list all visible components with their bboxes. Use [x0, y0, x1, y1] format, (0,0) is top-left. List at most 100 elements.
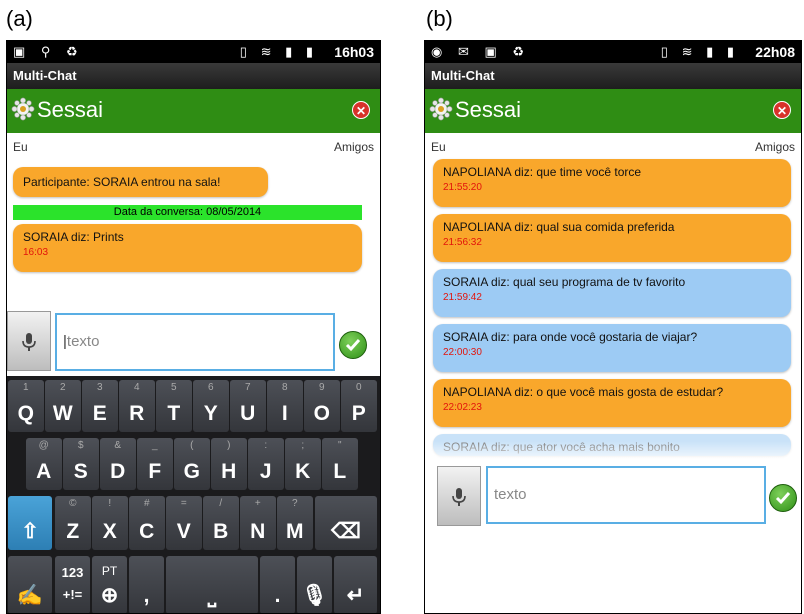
input-placeholder: texto — [494, 486, 527, 503]
key-secondary-label: / — [219, 498, 223, 509]
sessai-logo-icon — [429, 97, 453, 121]
key-q[interactable]: 1Q — [8, 380, 44, 432]
column-me: Eu — [13, 140, 28, 154]
voice-key[interactable]: 🎙 — [297, 556, 332, 613]
key-label: P — [351, 402, 366, 425]
space-key[interactable]: ⎵ — [166, 556, 258, 613]
key-label: B — [213, 520, 229, 543]
app-title: Multi-Chat — [7, 63, 380, 89]
message-time: 22:00:30 — [443, 347, 482, 358]
label-b: (b) — [426, 6, 453, 31]
key-label: W — [52, 402, 73, 425]
message-input[interactable]: texto — [486, 466, 766, 524]
message-input[interactable]: |texto — [55, 313, 335, 371]
message-text: SORAIA diz: para onde você gostaria de v… — [443, 330, 698, 344]
message-text: NAPOLIANA diz: que time você torce — [443, 165, 642, 179]
key-a[interactable]: @ A — [26, 438, 62, 490]
send-check-button[interactable] — [769, 484, 797, 512]
language-key[interactable]: PT ⊕ — [92, 556, 127, 613]
handwriting-key[interactable]: ✍ — [8, 556, 52, 613]
key-label: , — [143, 584, 150, 607]
key-z[interactable]: © Z — [55, 496, 91, 550]
key-u[interactable]: 7U — [230, 380, 266, 432]
key-secondary-label: 6 — [207, 382, 214, 393]
microphone-button[interactable] — [437, 466, 481, 526]
key-w[interactable]: 2W — [45, 380, 81, 432]
key-label: G — [183, 460, 200, 483]
key-secondary-label: 3 — [96, 382, 103, 393]
shift-key[interactable]: ⇧ — [8, 496, 52, 550]
symbols-key[interactable]: 123 +!= — [55, 556, 90, 613]
key-y[interactable]: 6Y — [193, 380, 229, 432]
close-icon[interactable]: ✕ — [352, 101, 370, 119]
key-h[interactable]: ) H — [211, 438, 247, 490]
microphone-button[interactable] — [7, 311, 51, 371]
key-secondary-label: # — [143, 498, 150, 509]
key-g[interactable]: (G — [174, 438, 210, 490]
key-label: ⇧ — [21, 520, 39, 543]
key-r[interactable]: 4R — [119, 380, 155, 432]
comma-key[interactable]: , — [129, 556, 164, 613]
key-label: . — [274, 584, 281, 607]
key-label: 🎙 — [301, 584, 328, 607]
key-secondary-label: ? — [291, 498, 298, 509]
message-text: SORAIA diz: qual seu programa de tv favo… — [443, 275, 686, 289]
message-time: 21:56:32 — [443, 237, 482, 248]
key-label: X — [102, 520, 117, 543]
send-check-button[interactable] — [339, 331, 367, 359]
key-k[interactable]: ; K — [285, 438, 321, 490]
period-key[interactable]: . — [260, 556, 295, 613]
key-i[interactable]: 8I — [267, 380, 303, 432]
enter-key[interactable]: ↵ — [334, 556, 377, 613]
message-bubble: Participante: SORAIA entrou na sala! — [13, 167, 268, 197]
key-label: ↵ — [346, 584, 365, 607]
screen-b: ◉ ✉ ▣ ♻ ▯ ≋ ▮ ▮ 22h08 Multi-Chat Sessai … — [424, 40, 802, 614]
column-me: Eu — [431, 140, 446, 154]
message-time: 22:02:23 — [443, 402, 482, 413]
key-l[interactable]: " L — [322, 438, 358, 490]
message-time: 16:03 — [23, 247, 49, 258]
key-p[interactable]: 0P — [341, 380, 377, 432]
screen-a: ▣ ⚲ ♻ ▯ ≋ ▮ ▮ 16h03 Multi-Chat Sessai ✕ … — [6, 40, 381, 614]
message-bubble: NAPOLIANA diz: que time você torce 21:55:… — [433, 159, 791, 207]
message-bubble: NAPOLIANA diz: o que você mais gosta de … — [433, 379, 791, 427]
key-o[interactable]: 9O — [304, 380, 340, 432]
label-a: (a) — [6, 6, 33, 31]
key-m[interactable]: ? M — [277, 496, 313, 550]
key-d[interactable]: & D — [100, 438, 136, 490]
key-label: T — [167, 402, 181, 425]
key-v[interactable]: = V — [166, 496, 202, 550]
key-e[interactable]: 3E — [82, 380, 118, 432]
key-label: C — [139, 520, 155, 543]
app-header: Sessai ✕ — [7, 89, 380, 133]
microphone-icon — [22, 333, 36, 351]
key-n[interactable]: + N — [240, 496, 276, 550]
status-bar: ▣ ⚲ ♻ ▯ ≋ ▮ ▮ 16h03 — [7, 41, 380, 63]
key-secondary-label: 2 — [59, 382, 66, 393]
key-secondary-label: 7 — [244, 382, 251, 393]
backspace-key[interactable]: ⌫ — [315, 496, 377, 550]
key-c[interactable]: # C — [129, 496, 165, 550]
key-label: O — [313, 402, 330, 425]
check-icon — [775, 492, 791, 505]
close-icon[interactable]: ✕ — [773, 101, 791, 119]
key-b[interactable]: / B — [203, 496, 239, 550]
key-x[interactable]: ! X — [92, 496, 128, 550]
message-bubble: SORAIA diz: para onde você gostaria de v… — [433, 324, 791, 372]
key-label: J — [259, 460, 272, 483]
key-secondary-label: PT — [101, 564, 118, 578]
key-t[interactable]: 5T — [156, 380, 192, 432]
column-friends: Amigos — [754, 140, 795, 154]
message-bubble: SORAIA diz: Prints 16:03 — [13, 224, 362, 272]
check-icon — [345, 339, 361, 352]
key-secondary-label: 9 — [318, 382, 325, 393]
key-secondary-label: : — [264, 440, 268, 451]
key-secondary-label: " — [337, 440, 342, 451]
key-j[interactable]: :J — [248, 438, 284, 490]
key-s[interactable]: $ S — [63, 438, 99, 490]
app-title: Multi-Chat — [425, 63, 801, 89]
message-time: 21:59:42 — [443, 292, 482, 303]
key-label: Y — [203, 402, 218, 425]
key-f[interactable]: _ F — [137, 438, 173, 490]
status-signal-icons: ▯ ≋ ▮ ▮ — [239, 44, 318, 59]
